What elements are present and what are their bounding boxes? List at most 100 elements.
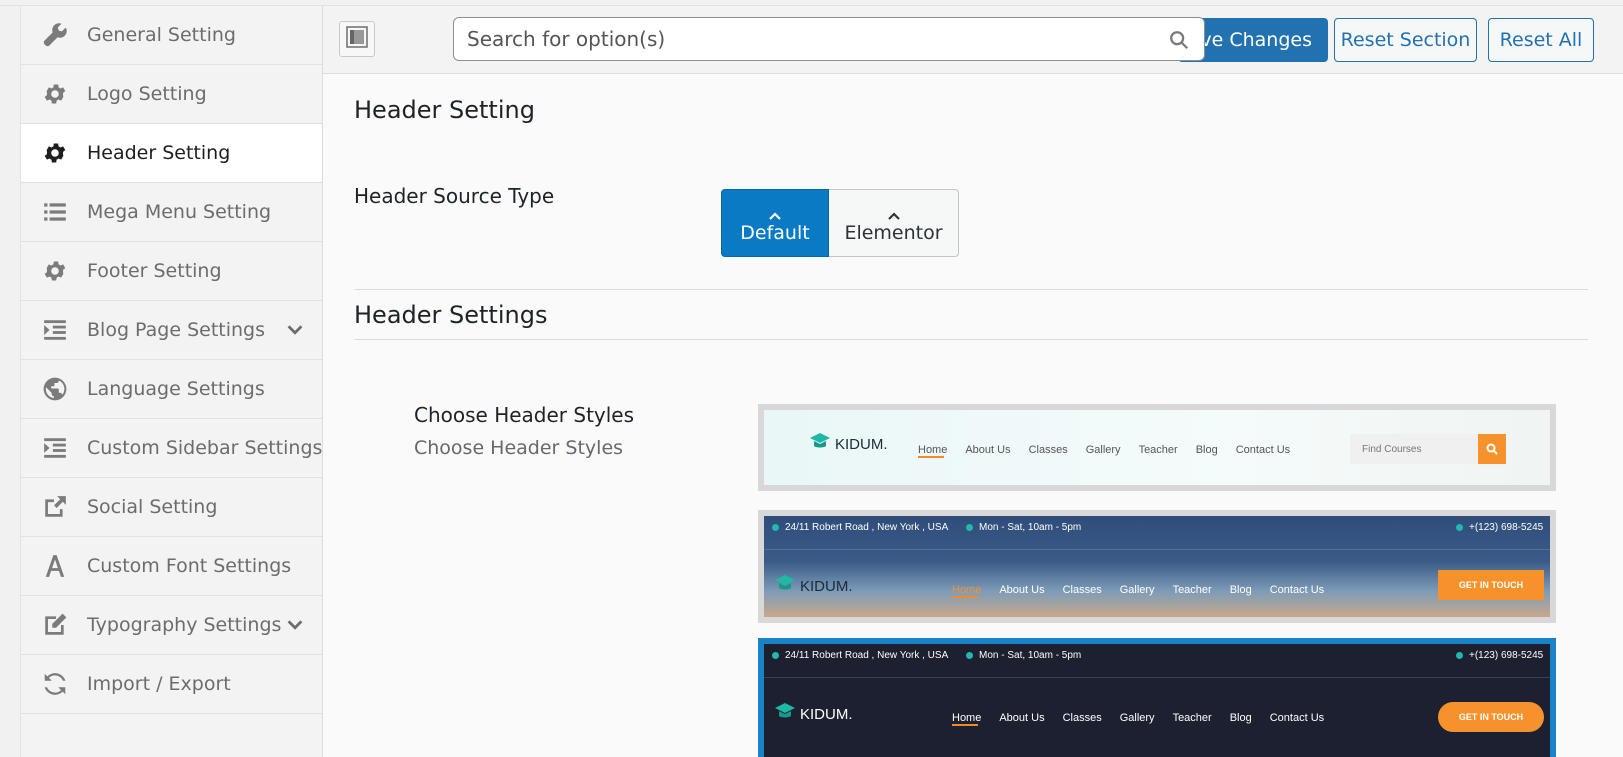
header-style-option-2[interactable]: 24/11 Robert Road , New York , USA Mon -… [758, 510, 1556, 623]
sidebar-item-social-setting[interactable]: Social Setting [21, 478, 322, 537]
reset-all-button[interactable]: Reset All [1488, 18, 1594, 62]
settings-sidebar: General Setting Logo Setting Header Sett… [20, 6, 323, 757]
sidebar-item-label: Mega Menu Setting [87, 201, 272, 223]
sidebar-item-footer-setting[interactable]: Footer Setting [21, 242, 322, 301]
sidebar-item-label: General Setting [87, 24, 236, 46]
preview-nav-item: Classes [1062, 584, 1102, 596]
sidebar-item-label: Custom Sidebar Settings [87, 437, 323, 459]
edit-icon [41, 611, 69, 639]
preview-nav-item: Gallery [1119, 584, 1155, 596]
search-box [453, 17, 1205, 61]
header-styles-description: Choose Header Styles [414, 437, 624, 459]
sidebar-item-import-export[interactable]: Import / Export [21, 655, 322, 714]
globe-icon [41, 375, 69, 403]
preview-address: 24/11 Robert Road , New York , USA [772, 522, 948, 533]
sidebar-item-label: Header Setting [87, 142, 231, 164]
brand-name: KIDUM. [800, 705, 853, 723]
source-option-elementor[interactable]: Elementor [829, 189, 959, 257]
layout-icon [345, 25, 369, 53]
chevron-down-icon[interactable] [284, 319, 306, 341]
sidebar-item-header-setting[interactable]: Header Setting [21, 124, 322, 183]
sidebar-item-mega-menu-setting[interactable]: Mega Menu Setting [21, 183, 322, 242]
brand-name: KIDUM. [800, 577, 853, 595]
preview-hours: Mon - Sat, 10am - 5pm [966, 522, 1081, 533]
preview-address-text: 24/11 Robert Road , New York , USA [785, 522, 949, 533]
section-title: Header Setting [354, 96, 535, 124]
preview-topbar-divider [764, 677, 1550, 678]
location-icon [772, 524, 779, 531]
preview-nav: Home About Us Classes Gallery Teacher Bl… [952, 584, 1325, 598]
source-option-label: Elementor [844, 222, 943, 244]
preview-nav-item: Home [952, 712, 982, 726]
header-source-type-buttonset: Default Elementor [721, 189, 959, 257]
share-icon [41, 493, 69, 521]
preview-get-in-touch-button: GET IN TOUCH [1438, 702, 1544, 732]
sidebar-item-custom-sidebar-settings[interactable]: Custom Sidebar Settings [21, 419, 322, 478]
preview-phone-text: +(123) 698-5245 [1469, 650, 1544, 661]
brand-logo: KIDUM. [774, 702, 853, 726]
preview-nav-item: Contact Us [1269, 584, 1325, 596]
preview-nav-item: Home [952, 584, 982, 598]
preview-nav-item: About Us [999, 584, 1045, 596]
graduation-cap-icon [809, 432, 831, 456]
brand-name: KIDUM. [835, 435, 888, 453]
preview-nav-item: Teacher [1138, 444, 1178, 456]
preview-hours-text: Mon - Sat, 10am - 5pm [979, 522, 1082, 533]
source-option-label: Default [740, 222, 810, 244]
preview-address: 24/11 Robert Road , New York , USA [772, 650, 948, 661]
phone-icon [1456, 652, 1463, 659]
preview-nav-item: Teacher [1172, 584, 1212, 596]
search-icon[interactable] [1168, 29, 1190, 51]
reset-section-button[interactable]: Reset Section [1334, 18, 1477, 62]
sidebar-item-typography-settings[interactable]: Typography Settings [21, 596, 322, 655]
expand-toggle-button[interactable] [339, 21, 375, 57]
sidebar-item-label: Import / Export [87, 673, 231, 695]
preview-nav-item: Blog [1229, 584, 1252, 596]
preview-nav-item: Contact Us [1269, 712, 1325, 724]
sidebar-item-label: Blog Page Settings [87, 319, 266, 341]
wrench-icon [41, 21, 69, 49]
toolbar: ave Changes Reset Section Reset All [323, 6, 1623, 74]
sidebar-item-label: Language Settings [87, 378, 265, 400]
phone-icon [1456, 524, 1463, 531]
sidebar-item-logo-setting[interactable]: Logo Setting [21, 65, 322, 124]
gear-icon [41, 80, 69, 108]
sidebar-item-custom-font-settings[interactable]: Custom Font Settings [21, 537, 322, 596]
preview-nav-item: Blog [1229, 712, 1252, 724]
brand-logo: KIDUM. [809, 432, 888, 456]
sidebar-item-label: Footer Setting [87, 260, 222, 282]
graduation-cap-icon [774, 702, 796, 726]
preview-nav-item: Blog [1195, 444, 1218, 456]
preview-address-text: 24/11 Robert Road , New York , USA [785, 650, 949, 661]
settings-panel: ave Changes Reset Section Reset All .sea… [323, 6, 1623, 757]
header-style-option-1[interactable]: KIDUM. Home About Us Classes Gallery Tea… [758, 404, 1556, 491]
chevron-up-icon [768, 204, 782, 220]
sidebar-item-label: Social Setting [87, 496, 218, 518]
preview-hours: Mon - Sat, 10am - 5pm [966, 650, 1081, 661]
source-option-default[interactable]: Default [721, 189, 829, 257]
clock-icon [966, 524, 973, 531]
preview-phone: +(123) 698-5245 [1456, 522, 1543, 533]
chevron-up-icon [887, 204, 901, 220]
header-style-option-3[interactable]: 24/11 Robert Road , New York , USA Mon -… [758, 638, 1556, 757]
indent-icon [41, 434, 69, 462]
font-icon [41, 552, 69, 580]
section-subtitle: Header Settings [354, 301, 548, 329]
preview-nav-item: Teacher [1172, 712, 1212, 724]
list-icon [41, 198, 69, 226]
preview-nav-item: Gallery [1085, 444, 1121, 456]
search-input[interactable] [454, 18, 1204, 60]
sidebar-item-label: Typography Settings [87, 614, 282, 636]
preview-nav-item: Contact Us [1235, 444, 1291, 456]
graduation-cap-icon [774, 574, 796, 598]
header-styles-label: Choose Header Styles [414, 403, 635, 427]
sidebar-item-general-setting[interactable]: General Setting [21, 6, 322, 65]
preview-search-button [1478, 434, 1506, 464]
sidebar-item-label: Custom Font Settings [87, 555, 292, 577]
sidebar-item-language-settings[interactable]: Language Settings [21, 360, 322, 419]
divider [354, 339, 1588, 340]
indent-icon [41, 316, 69, 344]
chevron-down-icon[interactable] [284, 614, 306, 636]
sidebar-item-blog-page-settings[interactable]: Blog Page Settings [21, 301, 322, 360]
preview-topbar-divider [764, 549, 1550, 550]
